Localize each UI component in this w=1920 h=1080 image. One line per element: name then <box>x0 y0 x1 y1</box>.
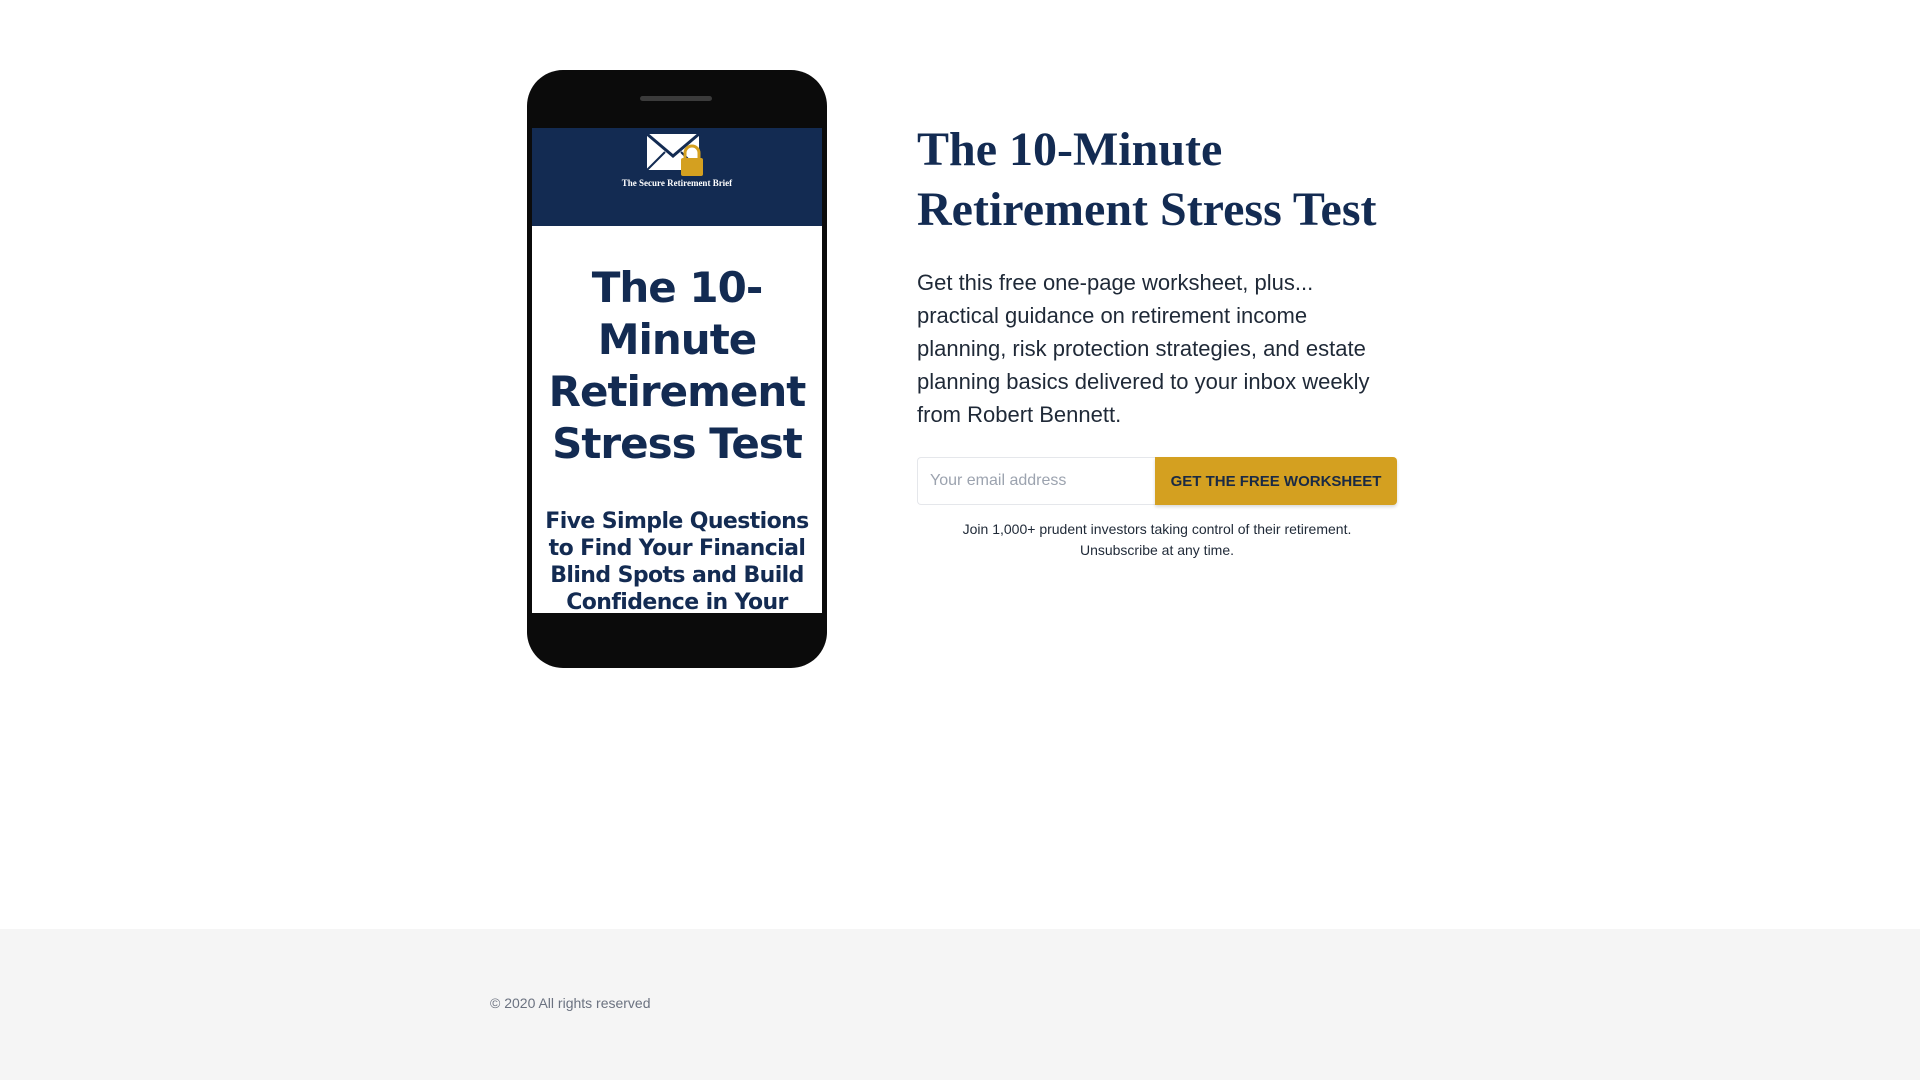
copyright-text: © 2020 All rights reserved <box>490 995 651 1011</box>
social-proof-text: Join 1,000+ prudent investors taking con… <box>962 521 1352 537</box>
phone-mockup: The Secure Retirement Brief The 10-Minut… <box>527 70 827 668</box>
main-section: The Secure Retirement Brief The 10-Minut… <box>0 0 1920 929</box>
cover-title: The 10-Minute Retirement Stress Test <box>548 263 807 468</box>
email-field[interactable] <box>917 457 1155 505</box>
cover-subtitle: Five Simple Questions to Find Your Finan… <box>545 509 809 613</box>
signup-note: Join 1,000+ prudent investors taking con… <box>917 519 1397 561</box>
phone-speaker <box>640 96 712 101</box>
page-title: The 10-Minute Retirement Stress Test <box>917 123 1377 236</box>
envelope-lock-icon <box>646 132 703 176</box>
unsubscribe-text: Unsubscribe at any time. <box>1079 542 1235 558</box>
footer: © 2020 All rights reserved <box>0 929 1920 1080</box>
get-worksheet-button[interactable]: GET THE FREE WORKSHEET <box>1155 457 1397 505</box>
hero-content: The 10-Minute Retirement Stress Test Get… <box>917 120 1397 558</box>
signup-form: GET THE FREE WORKSHEET <box>917 457 1397 505</box>
hero-description: Get this free one-page worksheet, plus..… <box>917 270 1370 427</box>
worksheet-cover-image: The Secure Retirement Brief The 10-Minut… <box>532 128 822 613</box>
logo-text: The Secure Retirement Brief <box>621 178 733 188</box>
cover-header: The Secure Retirement Brief <box>532 128 822 226</box>
